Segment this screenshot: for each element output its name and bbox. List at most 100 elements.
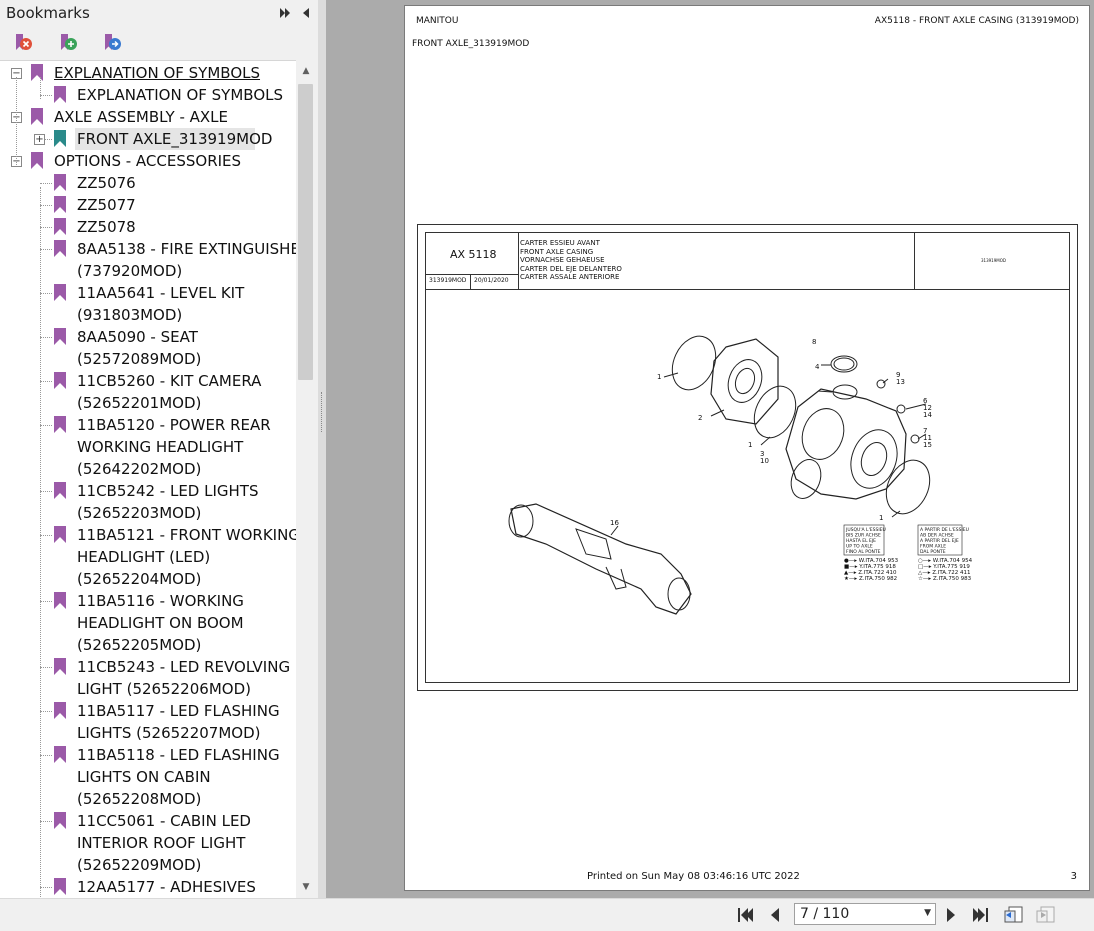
bookmark-item[interactable]: EXPLANATION OF SYMBOLS <box>0 84 296 106</box>
page-selector[interactable]: 7 / 110 ▼ <box>794 903 936 925</box>
title-line: VORNACHSE GEHAEUSE <box>520 256 605 265</box>
bookmark-item[interactable]: 11AA5641 - LEVEL KIT (931803MOD) <box>0 282 296 326</box>
tree-connector <box>40 425 52 426</box>
first-page-icon[interactable] <box>734 905 756 925</box>
tree-connector <box>40 337 52 338</box>
bookmark-icon <box>31 64 43 81</box>
callout-number: 2 <box>698 414 702 422</box>
o-ring-middle <box>753 385 797 439</box>
callout-number: 1 <box>748 441 752 449</box>
tree-connector <box>40 205 52 206</box>
bookmark-label: HEADLIGHT ON BOOM <box>77 614 244 632</box>
bookmark-label: 11CB5242 - LED LIGHTS <box>77 482 259 500</box>
bookmarks-header: Bookmarks <box>0 0 318 26</box>
scroll-up-arrow-icon[interactable]: ▲ <box>296 62 316 80</box>
bookmark-label: (52652208MOD) <box>77 790 202 808</box>
bookmark-item[interactable]: 11CB5260 - KIT CAMERA (52652201MOD) <box>0 370 296 414</box>
document-view[interactable]: MANITOU AX5118 - FRONT AXLE CASING (3139… <box>326 0 1094 898</box>
legend-right-heading: A PARTIR DEL EJE <box>920 538 959 544</box>
tree-connector <box>40 249 52 250</box>
o-ring-left <box>671 335 717 391</box>
tree-guide-line <box>40 77 41 99</box>
bookmark-label: 11CB5243 - LED REVOLVING <box>77 658 291 676</box>
bookmark-item[interactable]: 11BA5120 - POWER REAR WORKING HEADLIGHT (5… <box>0 414 296 480</box>
bookmark-item[interactable]: 11BA5117 - LED FLASHING LIGHTS (52652207M… <box>0 700 296 744</box>
bookmark-item[interactable]: 11CC5061 - CABIN LED INTERIOR ROOF LIGHT (… <box>0 810 296 876</box>
bookmark-item[interactable]: − EXPLANATION OF SYMBOLS <box>0 62 296 84</box>
goto-bookmark-icon[interactable] <box>101 32 123 54</box>
pdf-page: MANITOU AX5118 - FRONT AXLE CASING (3139… <box>404 5 1090 891</box>
callout-number: 1 <box>657 373 661 381</box>
bookmark-label: OPTIONS - ACCESSORIES <box>54 152 242 170</box>
collapse-pane-icon[interactable] <box>298 6 312 20</box>
legend: JUSQU'A L'ESSIEUBIS ZUR ACHSEHASTA EL EJ… <box>843 524 973 582</box>
bookmark-item[interactable]: − AXLE ASSEMBLY - AXLE <box>0 106 296 128</box>
bookmark-label: ZZ5078 <box>77 218 136 236</box>
legend-right-entry: ☆—▸ Z.ITA.750 983 <box>918 576 972 582</box>
bookmark-icon <box>54 592 66 609</box>
expand-pane-icon[interactable] <box>278 6 292 20</box>
printed-date: Printed on Sun May 08 03:46:16 UTC 2022 <box>587 871 800 882</box>
expand-toggle-icon[interactable]: + <box>34 134 45 145</box>
bookmark-label: (52652203MOD) <box>77 504 202 522</box>
tree-connector <box>40 711 52 712</box>
part-date: 20/01/2020 <box>474 277 509 284</box>
bookmark-item[interactable]: 11BA5121 - FRONT WORKING HEADLIGHT (LED) (… <box>0 524 296 590</box>
tree-connector <box>40 535 52 536</box>
bookmark-item[interactable]: ZZ5077 <box>0 194 296 216</box>
bookmark-icon <box>54 702 66 719</box>
page-number-input[interactable]: 7 / 110 <box>800 906 849 922</box>
chevron-down-icon[interactable]: ▼ <box>924 908 931 918</box>
page-section: FRONT AXLE_313919MOD <box>412 39 530 49</box>
add-bookmark-icon[interactable] <box>57 32 79 54</box>
prev-view-icon[interactable] <box>1003 905 1025 925</box>
bookmark-label: 11CB5260 - KIT CAMERA <box>77 372 262 390</box>
last-page-icon[interactable] <box>970 905 992 925</box>
exploded-drawing: 121310489136121471115116 JUSQU'A L'ESSIE… <box>508 335 973 615</box>
bookmark-item[interactable]: 12AA5177 - ADHESIVES <box>0 876 296 898</box>
bookmark-item[interactable]: 11CB5243 - LED REVOLVING LIGHT (52652206M… <box>0 656 296 700</box>
tree-connector <box>40 491 52 492</box>
prev-page-icon[interactable] <box>764 905 786 925</box>
bookmark-item[interactable]: + FRONT AXLE_313919MOD <box>0 128 296 150</box>
drawing-frame: AX 5118 313919MOD 20/01/2020 CARTER ESSI… <box>425 232 1070 683</box>
bookmark-icon <box>54 526 66 543</box>
scrollbar-thumb[interactable] <box>298 84 313 380</box>
bookmark-item[interactable]: − OPTIONS - ACCESSORIES <box>0 150 296 172</box>
pane-splitter[interactable] <box>318 0 326 930</box>
tree-connector <box>40 821 52 822</box>
bookmark-icon <box>54 130 66 147</box>
bookmark-label: (52652205MOD) <box>77 636 202 654</box>
bookmark-icon <box>54 284 66 301</box>
bookmark-item[interactable]: ZZ5078 <box>0 216 296 238</box>
bookmark-item[interactable]: 8AA5138 - FIRE EXTINGUISHER (737920MOD) <box>0 238 296 282</box>
bookmark-scrollbar[interactable]: ▲ ▼ <box>296 60 316 898</box>
bookmark-icon <box>31 152 43 169</box>
bookmark-item[interactable]: ZZ5076 <box>0 172 296 194</box>
bookmark-item[interactable]: 8AA5090 - SEAT (52572089MOD) <box>0 326 296 370</box>
legend-left-heading: HASTA EL EJE <box>846 538 876 544</box>
bookmark-label: ZZ5076 <box>77 174 136 192</box>
tree-guide-line <box>16 77 17 165</box>
bookmark-label: 11AA5641 - LEVEL KIT <box>77 284 245 302</box>
bookmark-label: 11CC5061 - CABIN LED <box>77 812 251 830</box>
bookmark-label: 11BA5117 - LED FLASHING <box>77 702 280 720</box>
bookmark-icon <box>54 658 66 675</box>
legend-left-heading: UP TO AXLE <box>846 544 873 550</box>
bookmark-label: EXPLANATION OF SYMBOLS <box>54 64 261 82</box>
drawing-sheet: AX 5118 313919MOD 20/01/2020 CARTER ESSI… <box>417 224 1078 691</box>
tree-connector <box>40 227 52 228</box>
next-page-icon[interactable] <box>940 905 962 925</box>
scroll-down-arrow-icon[interactable]: ▼ <box>296 878 316 896</box>
tree-connector <box>40 601 52 602</box>
delete-bookmark-icon[interactable] <box>12 32 34 54</box>
bookmark-label: 11BA5120 - POWER REAR <box>77 416 271 434</box>
splitter-grip[interactable] <box>321 392 324 432</box>
title-line: CARTER ASSALE ANTERIORE <box>520 273 620 282</box>
bookmark-item[interactable]: 11BA5116 - WORKING HEADLIGHT ON BOOM (5265… <box>0 590 296 656</box>
bookmark-icon <box>54 240 66 257</box>
legend-right-heading: DAL PONTE <box>920 549 946 555</box>
bookmark-item[interactable]: 11CB5242 - LED LIGHTS (52652203MOD) <box>0 480 296 524</box>
bookmark-item[interactable]: 11BA5118 - LED FLASHING LIGHTS ON CABIN (5… <box>0 744 296 810</box>
next-view-icon[interactable] <box>1035 905 1057 925</box>
